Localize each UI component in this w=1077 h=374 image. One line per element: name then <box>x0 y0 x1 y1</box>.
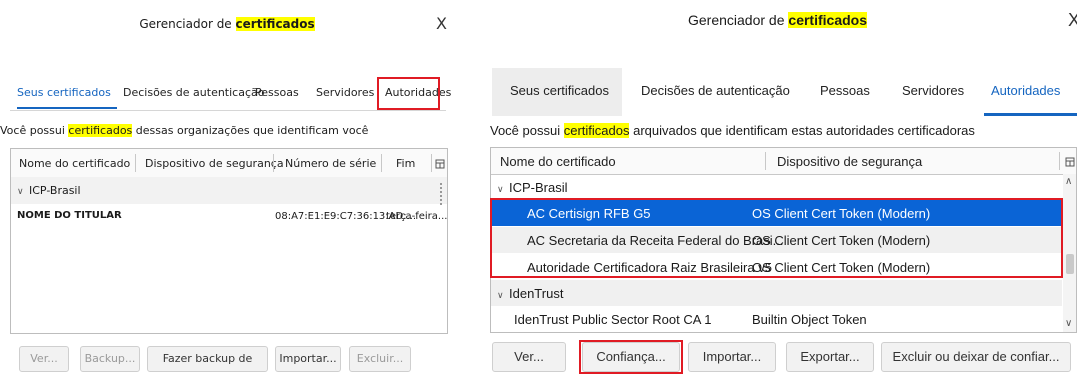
row-device: Builtin Object Token <box>752 312 867 327</box>
column-header-end[interactable]: Fim <box>396 157 415 170</box>
chevron-up-icon[interactable]: ∧ <box>1065 176 1072 187</box>
table-header: Nome do certificado Dispositivo de segur… <box>491 148 1076 175</box>
tree-group-row[interactable]: ∨ ICP-Brasil <box>11 177 447 204</box>
chevron-down-icon[interactable]: ∨ <box>1065 318 1072 329</box>
tab-autoridades[interactable]: Autoridades <box>385 86 451 99</box>
column-header-device[interactable]: Dispositivo de segurança <box>777 154 922 169</box>
active-tab-indicator <box>17 107 117 109</box>
table-row[interactable]: NOME DO TITULAR 08:A7:E1:E9:C7:36:13:AD:… <box>11 204 447 228</box>
view-button[interactable]: Ver... <box>492 342 566 372</box>
chevron-down-icon[interactable]: ∨ <box>497 290 509 301</box>
tab-seus-certificados[interactable]: Seus certificados <box>510 83 609 98</box>
column-header-name[interactable]: Nome do certificado <box>19 157 130 170</box>
title-highlight: certificados <box>788 12 867 28</box>
tab-servidores[interactable]: Servidores <box>316 86 374 99</box>
row-device: OS Client Cert Token (Modern) <box>752 206 931 221</box>
group-label: ICP-Brasil <box>509 180 568 195</box>
table-row[interactable]: AC Secretaria da Receita Federal do Bras… <box>491 227 1062 253</box>
description-highlight: certificados <box>68 124 133 137</box>
column-separator <box>431 154 432 172</box>
right-certificate-manager-window: Gerenciador de certificados X Seus certi… <box>478 0 1077 374</box>
tab-seus-certificados[interactable]: Seus certificados <box>17 86 111 99</box>
backup-button[interactable]: Backup... <box>80 346 140 372</box>
tab-pessoas[interactable]: Pessoas <box>255 86 299 99</box>
row-name: Autoridade Certificadora Raiz Brasileira… <box>527 260 772 275</box>
tab-pessoas[interactable]: Pessoas <box>820 83 870 98</box>
table-row[interactable]: IdenTrust Public Sector Root CA 1 Builti… <box>491 306 1062 332</box>
row-device: OS Client Cert Token (Modern) <box>752 233 931 248</box>
tab-decisoes-autenticacao[interactable]: Decisões de autenticação <box>123 86 265 99</box>
tab-servidores[interactable]: Servidores <box>902 83 964 98</box>
tree-group-row[interactable]: ∨ ICP-Brasil <box>491 174 1076 200</box>
title-text: Gerenciador de <box>688 12 785 28</box>
column-separator <box>135 154 136 172</box>
left-certificate-manager-window: Gerenciador de certificados X Seus certi… <box>0 0 454 374</box>
group-label: IdenTrust <box>509 286 564 301</box>
column-header-serial[interactable]: Número de série <box>285 157 376 170</box>
column-header-name[interactable]: Nome do certificado <box>500 154 616 169</box>
tab-decisoes-autenticacao[interactable]: Decisões de autenticação <box>641 83 790 98</box>
scrollbar[interactable]: ∧ ∨ <box>1063 174 1076 332</box>
import-button[interactable]: Importar... <box>275 346 341 372</box>
table-header: Nome do certificado Dispositivo de segur… <box>11 149 447 178</box>
scrollbar-thumb[interactable] <box>1066 254 1074 274</box>
trust-button[interactable]: Confiança... <box>582 342 680 372</box>
row-name: IdenTrust Public Sector Root CA 1 <box>514 312 712 327</box>
scrollbar[interactable] <box>440 183 444 205</box>
chevron-down-icon[interactable]: ∨ <box>497 184 509 195</box>
window-title: Gerenciador de certificados <box>0 17 454 31</box>
title-text: Gerenciador de <box>139 17 232 31</box>
description-text: Você possui certificados arquivados que … <box>490 123 975 138</box>
column-header-device[interactable]: Dispositivo de segurança <box>145 157 284 170</box>
row-end: terça-feira... <box>386 211 448 222</box>
tab-autoridades[interactable]: Autoridades <box>991 83 1060 98</box>
column-picker-icon[interactable] <box>435 155 445 169</box>
import-button[interactable]: Importar... <box>688 342 776 372</box>
delete-or-distrust-button[interactable]: Excluir ou deixar de confiar... <box>881 342 1071 372</box>
chevron-down-icon[interactable]: ∨ <box>17 187 29 197</box>
authorities-table: Nome do certificado Dispositivo de segur… <box>490 147 1077 333</box>
column-separator <box>1059 152 1060 170</box>
window-title: Gerenciador de certificados <box>478 12 1077 28</box>
table-row-selected[interactable]: AC Certisign RFB G5 OS Client Cert Token… <box>491 200 1062 226</box>
column-separator <box>765 152 766 170</box>
tree-group-row[interactable]: ∨ IdenTrust <box>491 280 1062 306</box>
delete-button[interactable]: Excluir... <box>349 346 411 372</box>
description-highlight: certificados <box>563 123 630 138</box>
row-device: OS Client Cert Token (Modern) <box>752 260 931 275</box>
description-text: Você possui certificados dessas organiza… <box>0 124 369 137</box>
close-icon[interactable]: X <box>436 14 447 33</box>
image-gap <box>454 0 478 374</box>
column-separator <box>381 154 382 172</box>
column-separator <box>273 154 274 172</box>
view-button[interactable]: Ver... <box>19 346 69 372</box>
certificates-table: Nome do certificado Dispositivo de segur… <box>10 148 448 334</box>
title-highlight: certificados <box>235 17 315 31</box>
tab-divider <box>10 110 446 111</box>
export-button[interactable]: Exportar... <box>786 342 874 372</box>
row-name: AC Secretaria da Receita Federal do Bras… <box>527 233 784 248</box>
row-name: AC Certisign RFB G5 <box>527 206 651 221</box>
active-tab-indicator <box>984 113 1077 116</box>
table-row[interactable]: Autoridade Certificadora Raiz Brasileira… <box>491 254 1062 280</box>
group-label: ICP-Brasil <box>29 184 81 197</box>
row-name: NOME DO TITULAR <box>17 210 122 221</box>
backup-all-button[interactable]: Fazer backup de tudo... <box>147 346 268 372</box>
column-picker-icon[interactable] <box>1065 155 1075 167</box>
close-icon[interactable]: X <box>1068 10 1077 31</box>
